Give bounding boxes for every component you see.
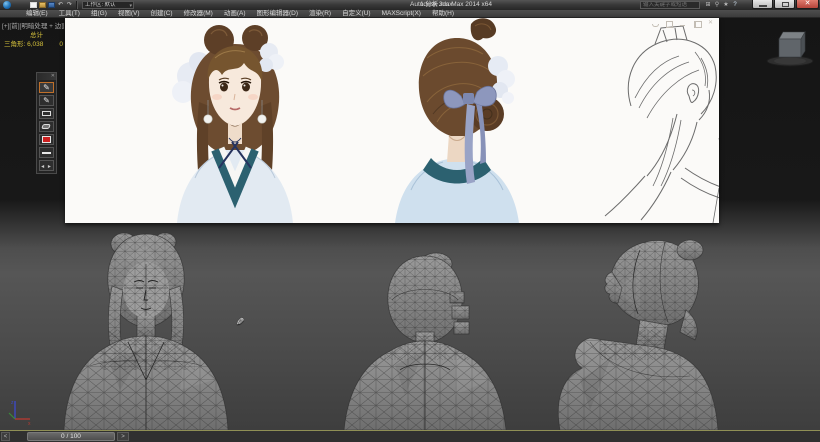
wireframe-model-front[interactable] <box>60 230 232 430</box>
app-logo-icon[interactable] <box>3 1 11 9</box>
maximize-icon[interactable] <box>665 20 672 27</box>
red-color-swatch[interactable] <box>39 134 54 145</box>
menu-animation[interactable]: 动画(A) <box>224 10 246 18</box>
menu-group[interactable]: 组(G) <box>91 10 107 18</box>
line-glyph <box>42 152 51 154</box>
menu-bar: 编辑(E) 工具(T) 组(G) 视图(V) 创建(C) 修改器(M) 动画(A… <box>0 10 820 18</box>
wireframe-models-canvas <box>0 230 820 430</box>
annotation-palette: ✕ ✎ ✎ ◂ ▸ <box>36 72 57 174</box>
viewcube[interactable] <box>764 26 816 73</box>
red-swatch-glyph <box>42 136 51 143</box>
pencil-tool-icon[interactable]: ✎ <box>39 82 54 93</box>
favorites-star-icon[interactable]: ★ <box>722 2 730 9</box>
open-file-icon[interactable] <box>39 2 46 8</box>
next-frame-button[interactable]: > <box>117 432 129 441</box>
world-axis-icon: z x <box>5 398 33 426</box>
viewport-label[interactable]: [+][前][明暗处理 + 边面] <box>2 20 64 30</box>
3dsmax-window: ↶ ↷ 工作区: 默认 ▾ Autodesk 3ds Max 2014 x641… <box>0 0 820 442</box>
close-button[interactable]: ✕ <box>796 0 819 9</box>
arrows-icon: ◂ ▸ <box>41 164 52 170</box>
line-width-icon[interactable] <box>39 147 54 158</box>
minimize-icon[interactable] <box>679 20 686 27</box>
image-window-controls: ✕ <box>651 20 714 27</box>
minimize-button[interactable] <box>752 0 773 9</box>
width-adjust-arrows[interactable]: ◂ ▸ <box>39 160 54 171</box>
eraser-tool-icon[interactable] <box>39 121 54 132</box>
new-file-icon[interactable] <box>30 2 37 8</box>
menu-rendering[interactable]: 渲染(R) <box>309 10 331 18</box>
menu-edit[interactable]: 编辑(E) <box>26 10 48 18</box>
search-input[interactable] <box>641 2 699 8</box>
wireframe-model-side[interactable] <box>550 230 725 430</box>
pencil-cursor-icon: ✎ <box>236 317 244 328</box>
svg-text:z: z <box>11 400 14 406</box>
document-name: 1.分析.max <box>420 1 453 9</box>
front-viewport[interactable]: [+][前][明暗处理 + 边面] 总计 三角形: 6,0380 ✕ <box>0 18 820 430</box>
menu-graph-editors[interactable]: 图形编辑器(D) <box>257 10 299 18</box>
title-bar: ↶ ↷ 工作区: 默认 ▾ Autodesk 3ds Max 2014 x641… <box>0 0 820 10</box>
communication-center-icon[interactable]: ⚲ <box>713 2 721 9</box>
menu-help[interactable]: 帮助(H) <box>432 10 454 18</box>
palette-header[interactable]: ✕ <box>37 73 56 80</box>
concept-back-view <box>395 18 519 223</box>
eraser-glyph <box>41 124 51 129</box>
maximize-icon <box>782 2 789 7</box>
infocenter-search[interactable] <box>640 1 700 9</box>
menu-views[interactable]: 视图(V) <box>118 10 140 18</box>
rectangle-tool-icon[interactable] <box>39 108 54 119</box>
menu-create[interactable]: 创建(C) <box>151 10 173 18</box>
close-icon: ✕ <box>797 0 818 8</box>
help-icon[interactable]: ? <box>731 2 739 9</box>
chevron-down-icon: ▾ <box>129 3 132 9</box>
concept-side-sketch <box>605 26 719 223</box>
palette-close-icon[interactable]: ✕ <box>51 73 55 80</box>
workspace-label: 工作区: 默认 <box>85 2 116 8</box>
maximize-button[interactable] <box>774 0 795 9</box>
save-file-icon[interactable] <box>48 2 55 8</box>
menu-customize[interactable]: 自定义(U) <box>342 10 371 18</box>
toolbar-separator <box>76 1 78 9</box>
layout-icon[interactable] <box>693 20 700 27</box>
menu-tools[interactable]: 工具(T) <box>59 10 80 18</box>
time-slider-handle[interactable]: 0 / 100 <box>27 432 115 441</box>
minimize-icon <box>759 5 767 7</box>
reference-image-window: ✕ <box>65 18 719 223</box>
menu-maxscript[interactable]: MAXScript(X) <box>382 10 421 18</box>
sign-in-icon[interactable]: ⊞ <box>704 2 712 9</box>
restore-icon[interactable] <box>651 20 658 27</box>
menu-modifiers[interactable]: 修改器(M) <box>184 10 213 18</box>
concept-front-view <box>172 25 293 223</box>
concept-art-canvas <box>65 18 719 223</box>
viewcube-icon <box>764 26 816 68</box>
stats-triangles: 三角形: 6,038 <box>4 41 43 48</box>
rectangle-glyph <box>42 111 51 116</box>
wireframe-model-back[interactable] <box>340 230 510 430</box>
workspace-selector[interactable]: 工作区: 默认 ▾ <box>82 1 134 9</box>
marker-tool-icon[interactable]: ✎ <box>39 95 54 106</box>
previous-frame-button[interactable]: < <box>1 432 10 441</box>
stats-selected: 0 <box>59 41 63 48</box>
close-icon[interactable]: ✕ <box>707 20 714 27</box>
svg-text:x: x <box>28 421 31 426</box>
redo-icon[interactable]: ↷ <box>66 2 73 8</box>
world-axis-tripod: z x <box>5 398 33 431</box>
undo-icon[interactable]: ↶ <box>57 2 64 8</box>
time-slider-bar[interactable]: < 0 / 100 > <box>0 430 820 442</box>
